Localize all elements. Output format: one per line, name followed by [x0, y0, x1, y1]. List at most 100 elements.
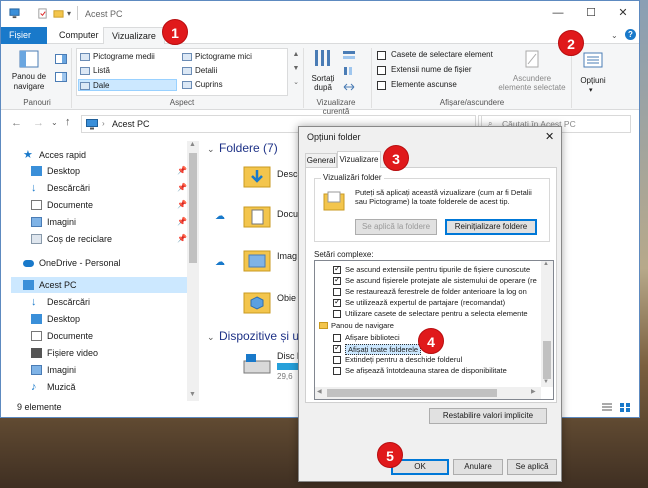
scroll-down-icon[interactable]: ▼: [543, 379, 549, 385]
dialog-close-icon[interactable]: ✕: [545, 130, 554, 143]
layout-small-icons[interactable]: Pictograme mici: [181, 51, 252, 63]
dialog-tab-general[interactable]: General: [305, 153, 337, 167]
scroll-thumb[interactable]: [189, 153, 197, 263]
layout-content[interactable]: Cuprins: [181, 79, 223, 91]
large-icons-view-icon[interactable]: [619, 402, 631, 413]
pin-icon[interactable]: 📌: [177, 180, 187, 196]
nav-quick-documents[interactable]: Documente 📌: [31, 197, 191, 213]
setting-checkbox[interactable]: [333, 275, 341, 285]
item-checkboxes-checkbox[interactable]: [377, 51, 386, 60]
folder-name[interactable]: Obie: [277, 293, 296, 303]
dialog-tab-view[interactable]: Vizualizare: [337, 151, 381, 168]
folder-name[interactable]: Docu: [277, 209, 298, 219]
documents-folder-icon[interactable]: [243, 203, 271, 229]
close-icon[interactable]: ✕: [616, 7, 630, 19]
nav-onedrive[interactable]: OneDrive - Personal: [23, 255, 193, 271]
restore-defaults-button[interactable]: Restabilire valori implicite: [429, 408, 547, 424]
file-extensions-checkbox[interactable]: [377, 66, 386, 75]
pictures-folder-icon[interactable]: [243, 247, 271, 273]
layout-medium-icons[interactable]: Pictograme medii: [79, 51, 155, 63]
hide-selected-button[interactable]: Ascundere elemente selectate: [497, 48, 567, 96]
properties-icon[interactable]: [37, 8, 48, 19]
tab-file[interactable]: Fișier: [1, 27, 47, 44]
maximize-icon[interactable]: ☐: [584, 7, 598, 19]
tab-view[interactable]: Vizualizare: [103, 27, 165, 45]
nav-pc-videos[interactable]: Fișiere video: [31, 345, 191, 361]
breadcrumb[interactable]: Acest PC: [112, 119, 150, 129]
scroll-thumb[interactable]: [543, 341, 551, 379]
tab-computer[interactable]: Computer: [51, 27, 107, 44]
scroll-thumb[interactable]: [327, 389, 497, 397]
folder-name[interactable]: Imag: [277, 251, 297, 261]
breadcrumb-chevron-icon[interactable]: ›: [102, 119, 105, 128]
computer-icon[interactable]: [9, 8, 20, 19]
nav-quick-pictures[interactable]: Imagini 📌: [31, 214, 191, 230]
scroll-left-icon[interactable]: ◀: [317, 388, 322, 395]
disk-name[interactable]: Disc l: [277, 351, 299, 361]
help-icon[interactable]: ?: [625, 29, 636, 40]
size-columns-icon[interactable]: [343, 82, 355, 92]
options-button[interactable]: Opțiuni ▾: [575, 48, 611, 96]
back-icon[interactable]: ←: [11, 117, 22, 129]
nav-pc-desktop[interactable]: Desktop: [31, 311, 191, 327]
setting-checkbox[interactable]: [333, 288, 341, 296]
group-by-icon[interactable]: [343, 50, 355, 60]
item-checkboxes-option[interactable]: Casete de selectare element: [377, 50, 517, 62]
pin-icon[interactable]: 📌: [177, 197, 187, 213]
nav-quick-downloads[interactable]: ↓ Descărcări 📌: [31, 180, 191, 196]
nav-this-pc[interactable]: Acest PC: [11, 277, 187, 293]
drive-icon[interactable]: [243, 353, 271, 375]
add-columns-icon[interactable]: [343, 66, 355, 76]
details-pane-icon[interactable]: [55, 72, 67, 82]
expand-ribbon-icon[interactable]: ⌄: [611, 31, 618, 40]
hidden-items-checkbox[interactable]: [377, 81, 386, 90]
devices-header[interactable]: Dispozitive și uni: [219, 329, 308, 343]
cancel-button[interactable]: Anulare: [453, 459, 503, 475]
scroll-up-icon[interactable]: ▲: [543, 261, 549, 267]
setting-checkbox[interactable]: [333, 264, 341, 274]
nav-pc-pictures[interactable]: Imagini: [31, 362, 191, 378]
setting-checkbox[interactable]: [333, 334, 341, 342]
setting-checkbox[interactable]: [333, 356, 341, 364]
hidden-items-option[interactable]: Elemente ascunse: [377, 80, 517, 92]
layout-details[interactable]: Detalii: [181, 65, 217, 77]
scroll-right-icon[interactable]: ▶: [531, 388, 536, 395]
nav-pane-button[interactable]: Panou de navigare: [9, 48, 49, 96]
setting-checkbox[interactable]: [333, 367, 341, 375]
reset-folders-button[interactable]: Reinițializare foldere: [445, 219, 537, 235]
apply-to-folders-button[interactable]: Se aplică la foldere: [355, 219, 437, 235]
nav-quick-access[interactable]: ★ Acces rapid: [23, 147, 193, 163]
collapse-chevron-icon[interactable]: ⌄: [207, 332, 215, 343]
nav-quick-desktop[interactable]: Desktop 📌: [31, 163, 191, 179]
folders-header[interactable]: Foldere (7): [219, 141, 278, 155]
downloads-folder-icon[interactable]: [243, 163, 271, 189]
nav-pc-music[interactable]: ♪ Muzică: [31, 379, 191, 395]
file-extensions-option[interactable]: Extensii nume de fișier: [377, 65, 517, 77]
collapse-chevron-icon[interactable]: ⌄: [207, 144, 215, 155]
sort-by-button[interactable]: Sortați după: [307, 48, 339, 96]
details-view-icon[interactable]: [601, 402, 613, 413]
nav-pc-downloads[interactable]: ↓ Descărcări: [31, 294, 191, 310]
apply-button[interactable]: Se aplică: [507, 459, 557, 475]
list-vertical-scrollbar[interactable]: ▲ ▼: [541, 261, 553, 387]
preview-pane-icon[interactable]: [55, 54, 67, 64]
minimize-icon[interactable]: —: [551, 7, 565, 19]
layout-list[interactable]: Listă: [79, 65, 110, 77]
pin-icon[interactable]: 📌: [177, 214, 187, 230]
scroll-up-icon[interactable]: ▲: [189, 141, 196, 148]
nav-scrollbar[interactable]: ▲ ▼: [187, 141, 199, 401]
scroll-down-icon[interactable]: ▼: [189, 391, 196, 398]
new-folder-icon[interactable]: [53, 8, 64, 19]
customize-qat-icon[interactable]: ▾: [67, 9, 71, 18]
layout-scroll[interactable]: ▲ ▼ ⌄: [291, 48, 301, 96]
setting-checkbox[interactable]: [333, 310, 341, 318]
up-icon[interactable]: ↑: [65, 116, 71, 128]
forward-icon[interactable]: →: [33, 117, 44, 129]
pin-icon[interactable]: 📌: [177, 163, 187, 179]
layout-tiles[interactable]: Dale: [78, 79, 177, 91]
list-horizontal-scrollbar[interactable]: ◀ ▶: [315, 387, 541, 399]
3d-objects-folder-icon[interactable]: [243, 289, 271, 315]
pin-icon[interactable]: 📌: [177, 231, 187, 247]
recent-locations-icon[interactable]: ⌄: [51, 118, 58, 127]
nav-quick-recycle-bin[interactable]: Coș de reciclare 📌: [31, 231, 191, 247]
